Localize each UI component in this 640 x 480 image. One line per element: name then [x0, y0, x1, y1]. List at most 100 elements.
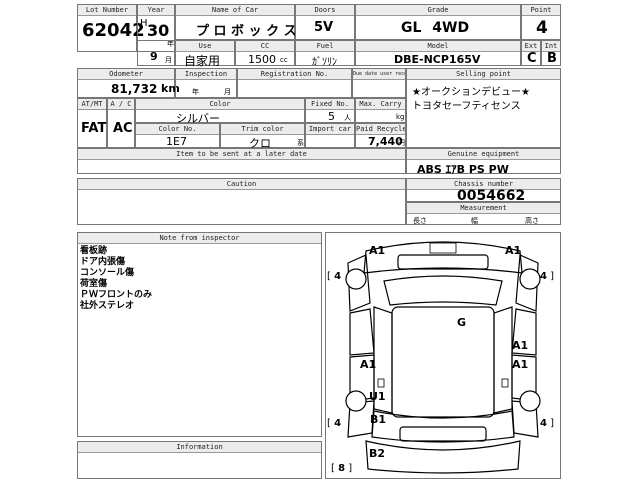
chassis-number-cell: Chassis number 0054662 [406, 178, 561, 204]
model-cell: Model DBE-NCP165V [355, 40, 521, 66]
month-cell: 9 月 [137, 40, 175, 66]
month-suffix: 月 [165, 56, 172, 64]
cc-unit: cc [280, 56, 288, 64]
at-mt-label: AT/MT [78, 99, 106, 110]
inspection-cell: Inspection 年 月 [175, 68, 237, 98]
int-cell: Int B [541, 40, 561, 66]
mark-g-roof: G [457, 316, 467, 329]
import-car-cell: Import car [305, 123, 355, 148]
fuel-value: ｶﾞｿﾘﾝ [312, 57, 337, 68]
use-cell: Use 自家用 [175, 40, 235, 68]
lot-number-cell: Lot Number 62042 [77, 4, 145, 52]
use-value: 自家用 [184, 54, 221, 68]
tire-rear-right: 4 ] [540, 418, 555, 429]
mark-b2: B2 [369, 447, 386, 460]
cc-cell: CC 1500 cc [235, 40, 295, 66]
fixed-no-label: Fixed No. [306, 99, 354, 110]
caution-label: Caution [78, 179, 405, 190]
doors-value: 5V [314, 20, 334, 35]
color-no-cell: Color No. 1E7 [135, 123, 220, 148]
color-no-label: Color No. [136, 124, 219, 135]
doors-label: Doors [296, 5, 354, 16]
caution-cell: Caution [77, 178, 406, 225]
grade-cell: Grade GL 4WD [355, 4, 521, 40]
name-of-car-value: プ ロ ボ ッ ク ス [196, 24, 297, 39]
measurement-length: 長さ [413, 217, 427, 225]
color-label: Color [136, 99, 304, 110]
name-of-car-cell: Name of Car プ ロ ボ ッ ク ス [175, 4, 297, 40]
lot-number-label: Lot Number [78, 5, 136, 16]
at-mt-value: FAT [81, 121, 107, 136]
trim-color-unit: 系 [297, 139, 304, 147]
model-label: Model [356, 41, 520, 52]
due-date-label: Due date user receive [353, 69, 405, 80]
fuel-label: Fuel [296, 41, 354, 52]
mark-u1: U1 [369, 390, 386, 403]
information-cell: Information [77, 441, 322, 479]
fuel-cell: Fuel ｶﾞｿﾘﾝ [295, 40, 355, 68]
fixed-no-cell: Fixed No. 5 人 [305, 98, 355, 123]
selling-point-line-2: トヨタセーフティセンス [412, 101, 521, 112]
max-carry-label: Max. Carry [356, 99, 405, 110]
grade-label: Grade [356, 5, 520, 16]
selling-point-label: Selling point [407, 69, 560, 80]
max-carry-cell: Max. Carry kg [355, 98, 406, 123]
items-later-cell: Item to be sent at a later date [77, 148, 406, 174]
mark-a1-left-door: A1 [360, 358, 377, 371]
ext-value: C [527, 51, 537, 66]
selling-point-cell: Selling point ★オークションデビュー★ トヨタセーフティセンス [406, 68, 561, 148]
registration-cell: Registration No. [237, 68, 352, 98]
inspection-label: Inspection [176, 69, 236, 80]
tire-front-left: [ 4 [327, 271, 342, 282]
paid-recycle-unit: 円 [398, 139, 405, 147]
odometer-label: Odometer [78, 69, 174, 80]
selling-point-line-1: ★オークションデビュー★ [412, 87, 530, 98]
genuine-equipment-value: ABS ｴｱB PS PW [417, 163, 509, 176]
registration-label: Registration No. [238, 69, 351, 80]
wheel-rear-left [345, 390, 367, 412]
odometer-cell: Odometer 81,732 km [77, 68, 180, 98]
wheel-front-left [345, 268, 367, 290]
month-value: 9 [150, 50, 158, 63]
model-value: DBE-NCP165V [394, 53, 481, 66]
inspection-month-unit: 月 [224, 88, 231, 96]
information-label: Information [78, 442, 321, 453]
trim-color-cell: Trim color クロ 系 [220, 123, 305, 150]
trim-color-label: Trim color [221, 124, 304, 135]
odometer-value: 81,732 [111, 82, 158, 96]
note-line-6: 社外ステレオ [80, 301, 135, 311]
color-no-value: 1E7 [166, 135, 187, 148]
doors-cell: Doors 5V [295, 4, 355, 40]
fixed-no-value: 5 [328, 110, 335, 123]
lot-number-value: 62042 [82, 20, 145, 41]
fixed-no-unit: 人 [344, 114, 351, 122]
name-of-car-label: Name of Car [176, 5, 294, 16]
ext-cell: Ext C [521, 40, 541, 66]
measurement-width: 幅 [471, 217, 478, 225]
use-label: Use [176, 41, 234, 52]
at-mt-cell: AT/MT FAT [77, 98, 107, 148]
paid-recycle-cell: Paid Recycle 7,440 円 [355, 123, 406, 148]
color-cell: Color シルバー [135, 98, 305, 125]
ac-label: A / C [108, 99, 134, 110]
tire-front-right: 4 ] [540, 271, 555, 282]
paid-recycle-label: Paid Recycle [356, 124, 405, 135]
tire-spare: [ 8 ] [331, 463, 353, 474]
point-value: 4 [536, 18, 548, 38]
max-carry-unit: kg [396, 113, 405, 121]
wheel-front-right [519, 268, 541, 290]
items-later-label: Item to be sent at a later date [78, 149, 405, 160]
tire-rear-left: [ 4 [327, 418, 342, 429]
due-date-cell: Due date user receive [352, 68, 406, 98]
genuine-equipment-cell: Genuine equipment ABS ｴｱB PS PW [406, 148, 561, 176]
cc-label: CC [236, 41, 294, 52]
ac-cell: A / C AC [107, 98, 135, 148]
grade-value: GL 4WD [401, 20, 470, 36]
mark-a1-right-door: A1 [512, 339, 529, 352]
import-car-label: Import car [306, 124, 354, 135]
car-diagram: A1 A1 G A1 A1 A1 U1 B1 B2 [ 4 4 ] [ 4 4 … [325, 232, 561, 479]
cc-value: 1500 [248, 53, 276, 66]
mark-a1-front-left: A1 [369, 244, 386, 257]
mark-a1-front-right: A1 [505, 244, 522, 257]
car-outline-svg [345, 241, 541, 474]
